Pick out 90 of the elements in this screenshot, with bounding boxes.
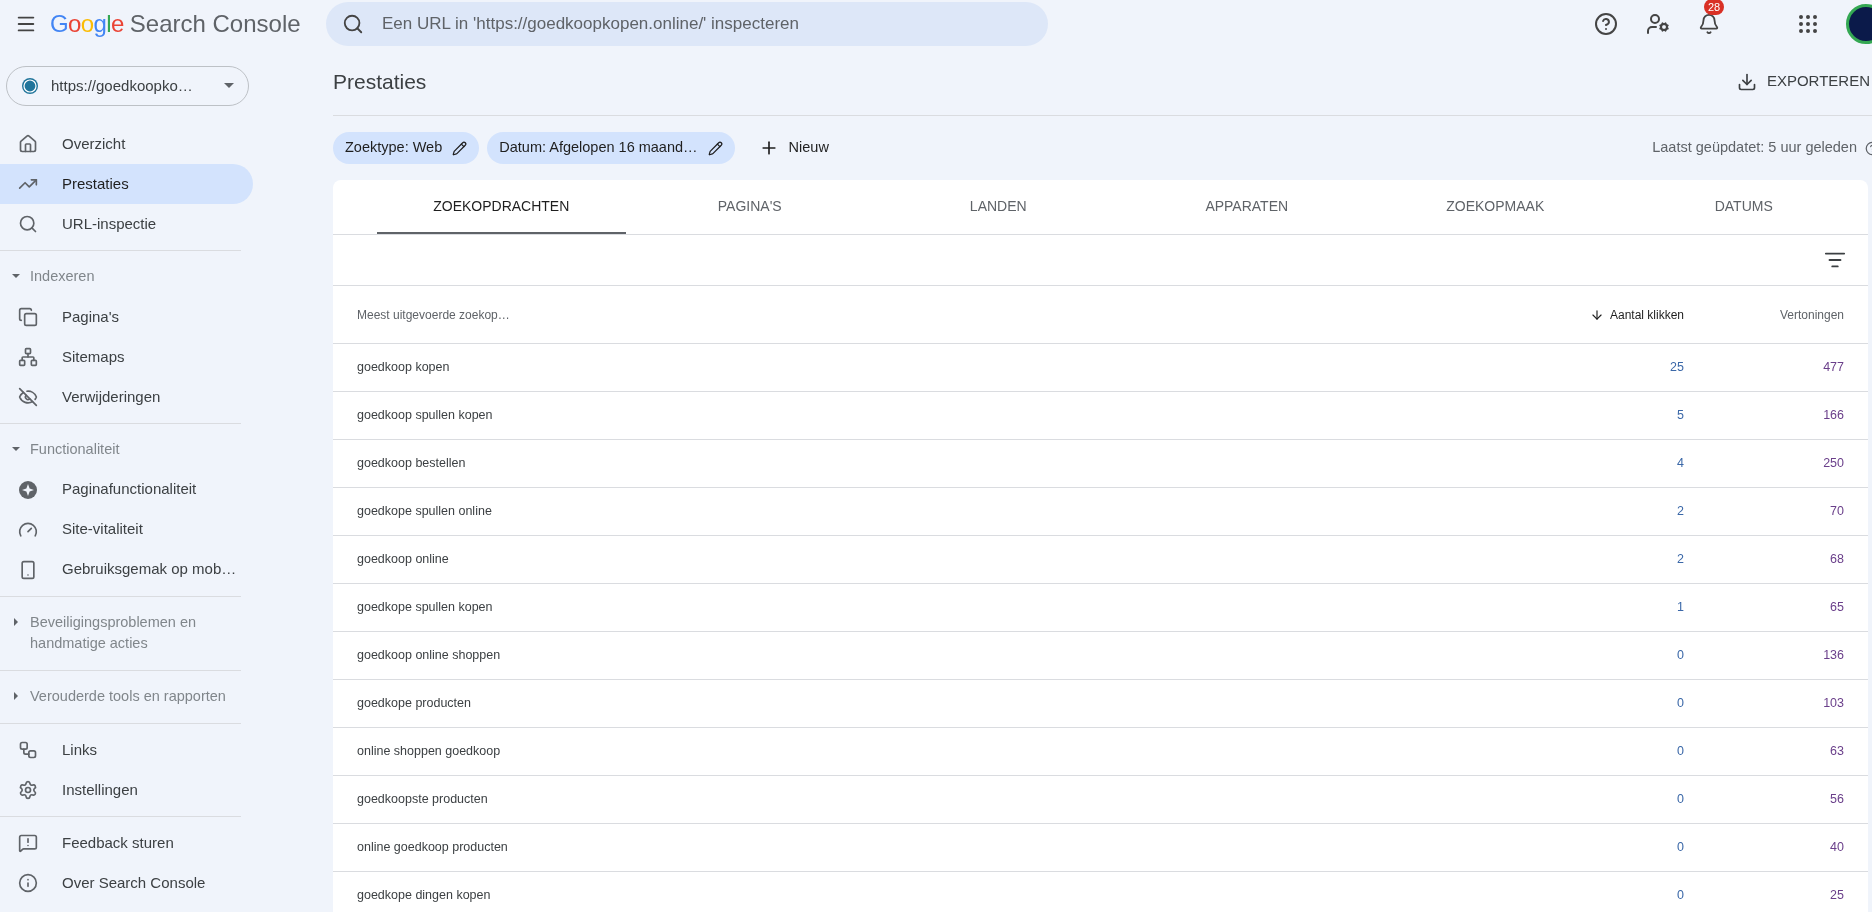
clicks-cell-text: 5	[1676, 407, 1684, 425]
query-cell-text: goedkoop online shoppen	[357, 647, 502, 665]
impressions-cell-text: 136	[1822, 647, 1844, 665]
clicks-cell-text: 2	[1676, 551, 1684, 569]
caret-icon	[12, 444, 20, 453]
query-cell-text: online shoppen goedkoop	[357, 743, 502, 761]
pencil-icon	[452, 140, 468, 156]
sitemap-icon	[18, 346, 38, 367]
impressions-cell-text: 166	[1822, 407, 1844, 425]
impressions-cell-text: 70	[1829, 503, 1844, 521]
impressions-cell-text: 56	[1829, 791, 1844, 809]
pages-icon	[18, 306, 38, 327]
nav-item[interactable]: Paginafunctionaliteit	[0, 469, 253, 510]
nav-item[interactable]: Over Search Console	[0, 862, 253, 903]
column-header[interactable]: Vertoningen	[1684, 305, 1844, 324]
clicks-cell-text: 4	[1676, 455, 1684, 473]
impressions-cell-text: 65	[1829, 599, 1844, 617]
clicks-cell-text: 0	[1676, 887, 1684, 905]
download-icon	[1736, 71, 1757, 92]
nav-item[interactable]: Verwijderingen	[0, 376, 253, 417]
feedback-icon	[18, 832, 38, 853]
search-icon	[18, 214, 38, 234]
nav-item[interactable]: Pagina's	[0, 296, 253, 337]
last-updated-text: Laatst geüpdatet: 5 uur geleden	[1652, 138, 1857, 158]
report-tab[interactable]: PAGINA'S	[625, 180, 874, 234]
report-tab[interactable]: ZOEKOPMAAK	[1371, 180, 1620, 234]
report-tab[interactable]: ZOEKOPDRACHTEN	[377, 180, 626, 234]
report-tab[interactable]: APPARATEN	[1122, 180, 1371, 234]
nav-item[interactable]: Site-vitaliteit	[0, 509, 253, 550]
impressions-cell-text: 63	[1829, 743, 1844, 761]
eye-off-icon	[18, 386, 38, 407]
nav-item[interactable]: Prestaties	[0, 164, 253, 204]
impressions-cell-text: 68	[1829, 551, 1844, 569]
nav-item[interactable]: Feedback sturen	[0, 822, 253, 863]
query-cell-text: goedkoop online	[357, 551, 450, 569]
search-icon	[342, 13, 364, 35]
clicks-cell-text: 0	[1676, 839, 1684, 857]
report-tab[interactable]: LANDEN	[874, 180, 1123, 234]
dropdown-caret-icon	[224, 83, 234, 89]
column-header[interactable]: Aantal klikken	[1524, 305, 1684, 324]
help-button[interactable]	[1592, 10, 1620, 38]
query-cell-text: online goedkoop producten	[357, 839, 509, 857]
clicks-cell-text: 2	[1676, 503, 1684, 521]
caret-icon	[12, 692, 20, 700]
site-logo-icon	[21, 77, 39, 95]
filter-chip[interactable]: Datum: Afgelopen 16 maand…	[487, 132, 735, 164]
home-icon	[18, 134, 38, 154]
nav-item[interactable]: Sitemaps	[0, 336, 253, 377]
caret-icon	[12, 617, 20, 626]
page-title: Prestaties	[333, 68, 428, 95]
star-circle-icon	[18, 479, 38, 500]
filter-chip[interactable]: Zoektype: Web	[333, 132, 480, 164]
settings-icon	[18, 779, 38, 800]
impressions-cell-text: 477	[1822, 359, 1844, 377]
query-cell-text: goedkoop spullen kopen	[357, 407, 494, 425]
phone-icon	[18, 559, 38, 580]
query-cell-text: goedkoopste producten	[357, 791, 489, 809]
query-cell-text: goedkoop bestellen	[357, 455, 467, 473]
nav-item[interactable]: URL-inspectie	[0, 204, 253, 244]
clicks-cell-text: 25	[1669, 359, 1684, 377]
notification-badge: 28	[1704, 0, 1725, 15]
nav-item[interactable]: Gebruiksgemak op mob…	[0, 549, 253, 590]
clicks-cell-text: 0	[1676, 791, 1684, 809]
nav-item[interactable]: Links	[0, 729, 253, 770]
search-field[interactable]: Een URL in 'https://goedkoopkopen.online/' inspecteren	[326, 2, 1048, 46]
clicks-cell-text: 1	[1676, 599, 1684, 617]
nav-item[interactable]: Overzicht	[0, 124, 253, 164]
report-tab[interactable]: DATUMS	[1619, 180, 1868, 234]
new-filter-button[interactable]: Nieuw	[742, 137, 845, 159]
product-name: Search Console	[129, 9, 301, 39]
query-cell-text: goedkope dingen kopen	[357, 887, 492, 905]
query-cell-text: goedkope spullen kopen	[357, 599, 494, 617]
logo-wordmark: Google	[50, 9, 124, 39]
export-button[interactable]: EXPORTEREN	[1736, 70, 1872, 93]
column-header[interactable]: Meest uitgevoerde zoekop…	[357, 305, 1524, 324]
clicks-cell-text: 0	[1676, 647, 1684, 665]
info-icon	[18, 872, 38, 893]
query-cell-text: goedkope producten	[357, 695, 472, 713]
impressions-cell-text: 40	[1829, 839, 1844, 857]
clicks-cell-text: 0	[1676, 743, 1684, 761]
nav-item[interactable]: Instellingen	[0, 769, 253, 810]
query-cell-text: goedkoop kopen	[357, 359, 451, 377]
caret-icon	[12, 272, 20, 280]
links-icon	[18, 739, 38, 760]
impressions-cell-text: 25	[1829, 887, 1844, 905]
impressions-cell-text: 103	[1822, 695, 1844, 713]
pencil-icon	[707, 140, 723, 156]
query-cell-text: goedkope spullen online	[357, 503, 493, 521]
impressions-cell-text: 250	[1822, 455, 1844, 473]
clicks-cell-text: 0	[1676, 695, 1684, 713]
